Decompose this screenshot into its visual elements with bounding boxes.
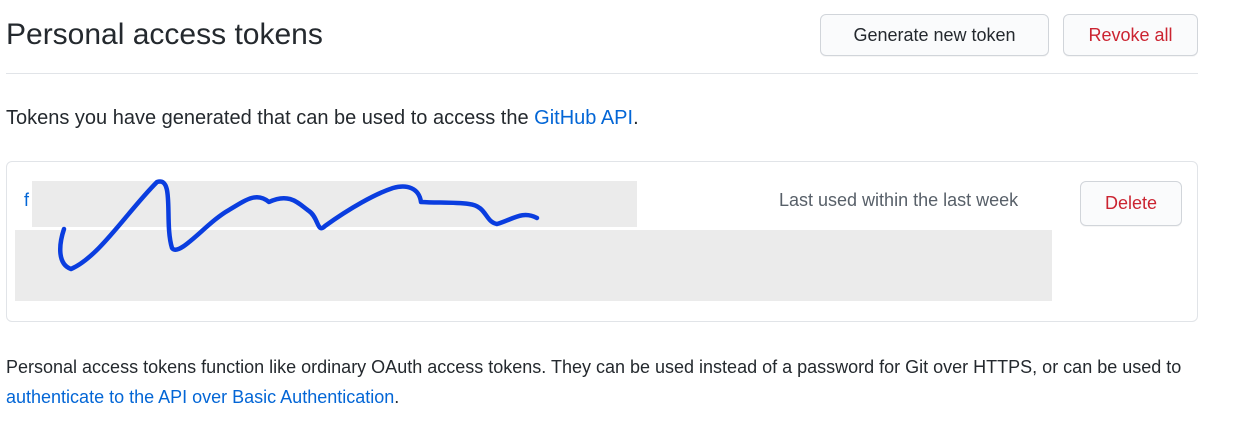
github-api-link[interactable]: GitHub API xyxy=(534,107,633,129)
token-card: f Last used within the last week Delete xyxy=(6,161,1198,322)
last-used-text: Last used within the last week xyxy=(779,190,1019,210)
intro-text-suffix: . xyxy=(633,107,639,129)
redaction-scribble xyxy=(58,179,540,272)
delete-token-button[interactable]: Delete xyxy=(1080,181,1182,226)
page-title: Personal access tokens xyxy=(6,18,323,51)
intro-text-body: Tokens you have generated that can be us… xyxy=(6,107,535,129)
page-header: Personal access tokens Generate new toke… xyxy=(6,0,1198,74)
generate-new-token-button[interactable]: Generate new token xyxy=(820,14,1049,56)
footnote-text: Personal access tokens function like ord… xyxy=(6,352,1226,412)
intro-text: Tokens you have generated that can be us… xyxy=(6,107,639,130)
footnote-text-body: Personal access tokens function like ord… xyxy=(6,357,1182,377)
basic-auth-link[interactable]: authenticate to the API over Basic Authe… xyxy=(6,387,394,407)
footnote-text-suffix: . xyxy=(394,387,400,407)
revoke-all-button[interactable]: Revoke all xyxy=(1063,14,1198,56)
